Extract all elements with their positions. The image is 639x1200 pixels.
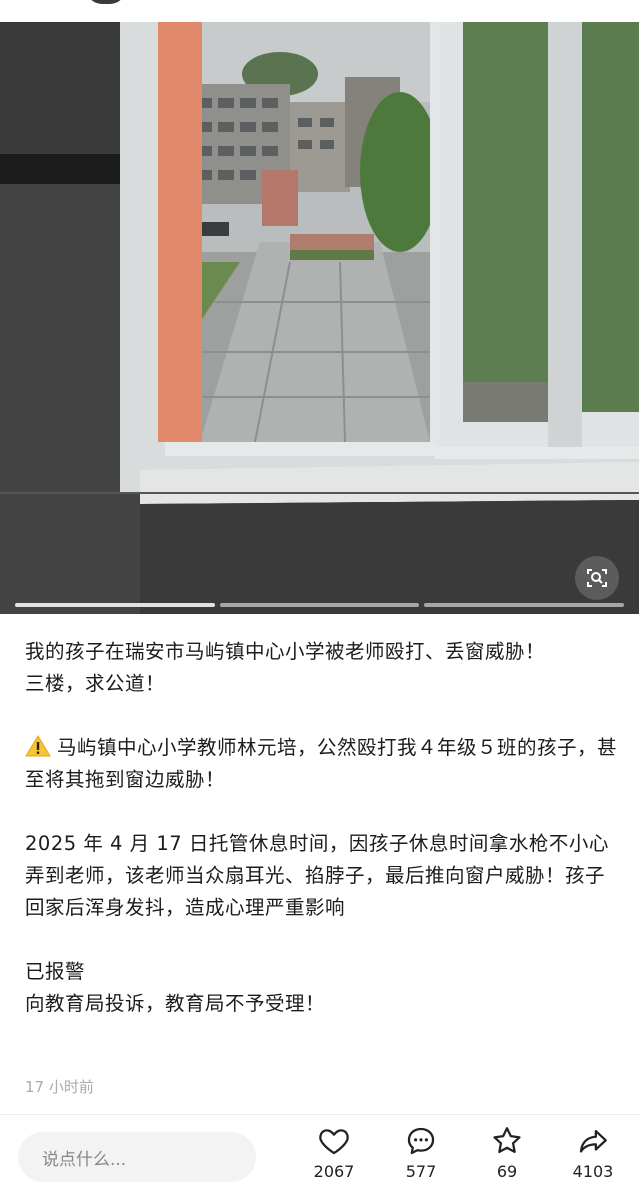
avatar[interactable]: [86, 0, 126, 4]
post-image[interactable]: [0, 22, 639, 614]
post-paragraph: 马屿镇中心小学教师林元培，公然殴打我４年级５班的孩子，甚至将其拖到窗边威胁！: [25, 732, 620, 796]
carousel-indicator-1: [15, 603, 215, 607]
warning-icon: [25, 735, 51, 757]
top-bar: [0, 0, 639, 22]
comment-input[interactable]: 说点什么...: [18, 1132, 256, 1182]
post-line: 2025 年 4 月 17 日托管休息时间，因孩子休息时间拿水枪不小心弄到老师，…: [25, 832, 609, 919]
like-button[interactable]: 2067: [299, 1124, 369, 1181]
carousel-indicator-2: [220, 603, 419, 607]
like-count: 2067: [313, 1162, 355, 1181]
comment-button[interactable]: 577: [386, 1124, 456, 1181]
divider: [0, 1114, 639, 1115]
post-body: 我的孩子在瑞安市马屿镇中心小学被老师殴打、丢窗威胁！ 三楼，求公道！ 马屿镇中心…: [25, 636, 620, 1020]
carousel-indicator-3: [424, 603, 624, 607]
post-line: 我的孩子在瑞安市马屿镇中心小学被老师殴打、丢窗威胁！: [25, 640, 546, 663]
comment-count: 577: [405, 1162, 437, 1181]
classroom-window-photo: [0, 22, 639, 614]
scan-search-icon: [587, 569, 607, 587]
post-line: 马屿镇中心小学教师林元培，公然殴打我４年级５班的孩子，甚至将其拖到窗边威胁！: [25, 736, 618, 791]
star-icon: [493, 1127, 521, 1154]
post-line: 三楼，求公道！: [25, 672, 166, 695]
post-timestamp: 17 小时前: [25, 1078, 94, 1096]
comment-icon: [407, 1127, 435, 1155]
share-count: 4103: [572, 1162, 614, 1181]
heart-icon: [319, 1129, 349, 1155]
favorite-button[interactable]: 69: [472, 1124, 542, 1181]
share-icon: [579, 1129, 607, 1153]
post-line: 已报警: [25, 960, 86, 983]
favorite-count: 69: [496, 1162, 518, 1181]
image-search-button[interactable]: [575, 556, 619, 600]
post-line: 向教育局投诉，教育局不予受理！: [25, 992, 326, 1015]
share-button[interactable]: 4103: [558, 1124, 628, 1181]
